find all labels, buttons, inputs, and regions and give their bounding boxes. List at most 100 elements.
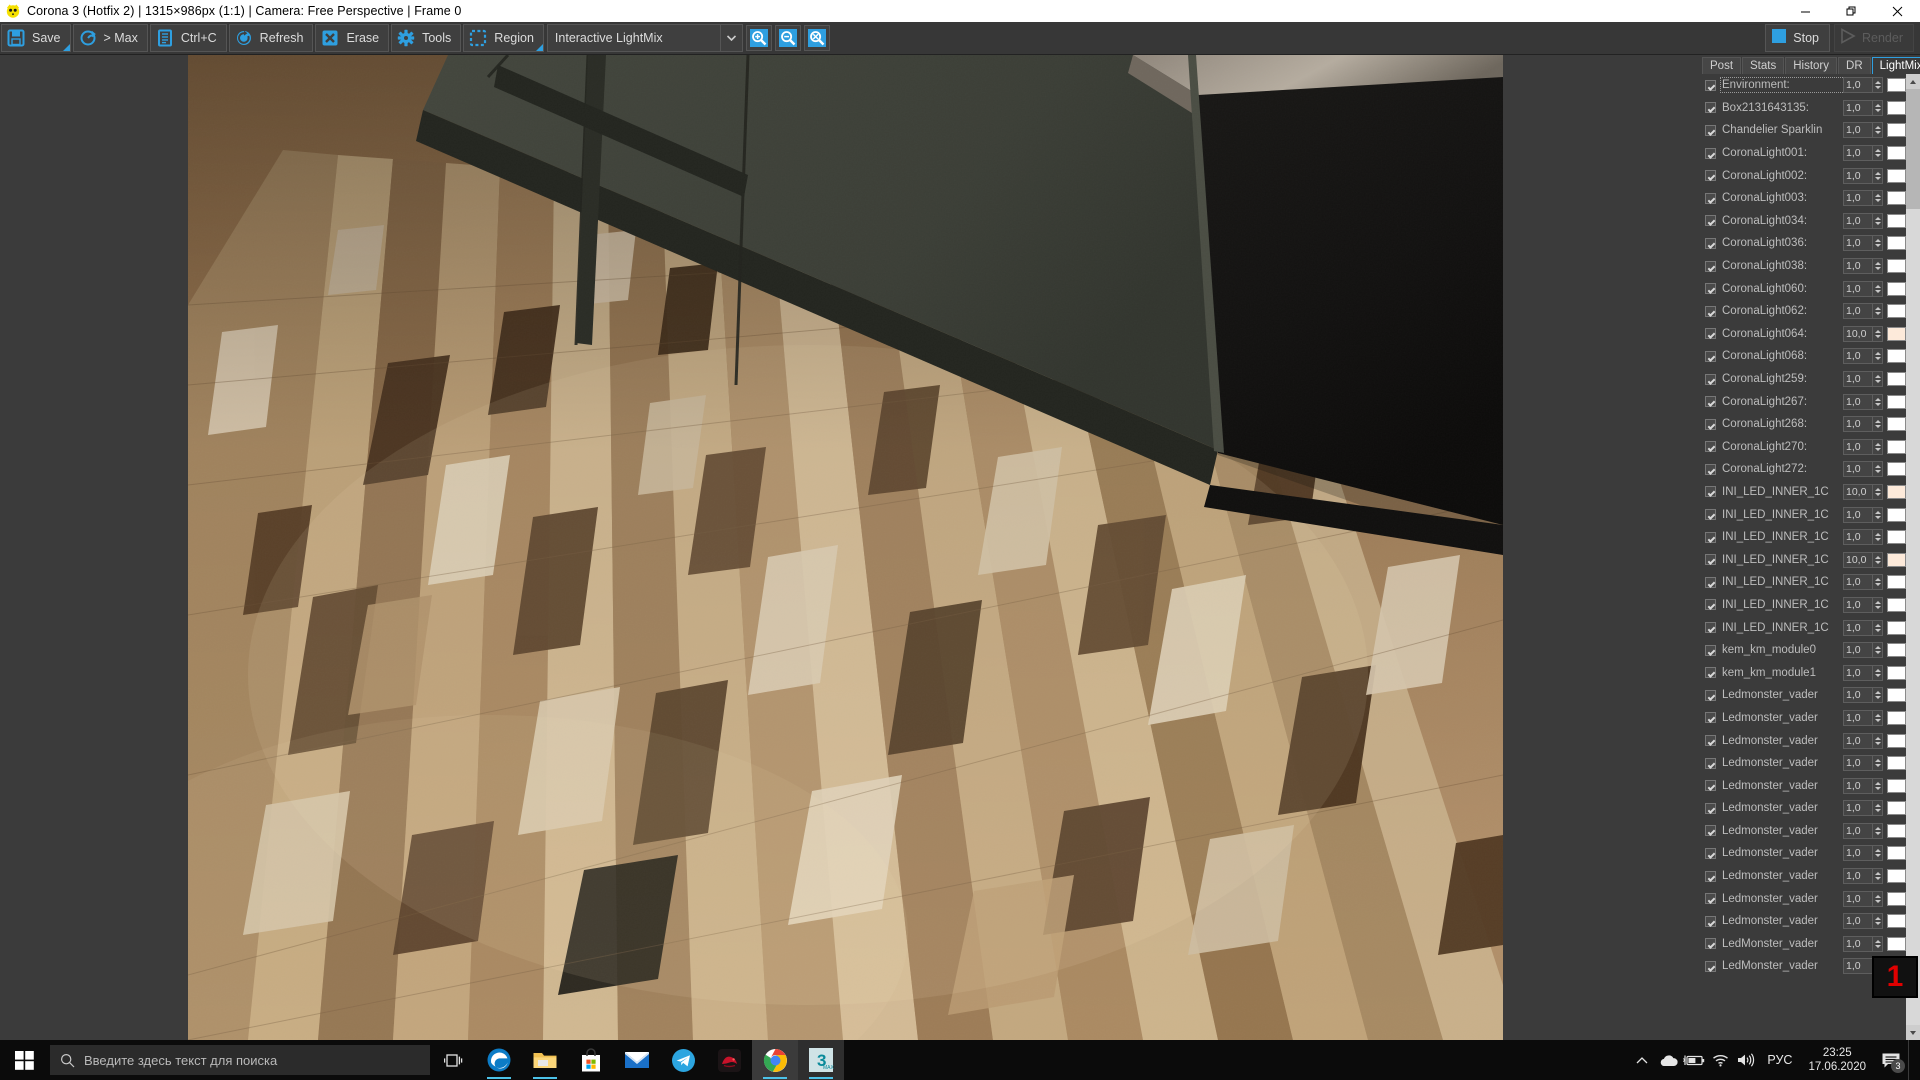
lightmix-spinner[interactable]	[1873, 122, 1883, 139]
lightmix-intensity-field[interactable]: 1,0	[1843, 438, 1873, 455]
lightmix-checkbox[interactable]	[1705, 870, 1716, 882]
lightmix-color-swatch[interactable]	[1887, 259, 1906, 274]
region-dropdown-corner[interactable]	[535, 44, 543, 51]
lightmix-row[interactable]: CoronaLight003: 1,0	[1700, 187, 1906, 210]
lightmix-row[interactable]: CoronaLight270: 1,0	[1700, 436, 1906, 459]
lightmix-spinner[interactable]	[1873, 822, 1883, 839]
volume-icon[interactable]	[1733, 1040, 1759, 1080]
render-button[interactable]: Render	[1834, 24, 1914, 52]
lightmix-checkbox[interactable]	[1705, 938, 1716, 950]
lightmix-row[interactable]: Ledmonster_vader 1,0	[1700, 887, 1906, 910]
lightmix-row[interactable]: INI_LED_INNER_1C 1,0	[1700, 594, 1906, 617]
lightmix-checkbox[interactable]	[1705, 192, 1716, 204]
zoom-reset-button[interactable]	[803, 25, 830, 51]
lightmix-spinner[interactable]	[1873, 303, 1883, 320]
lightmix-color-swatch[interactable]	[1887, 236, 1906, 251]
lightmix-spinner[interactable]	[1873, 212, 1883, 229]
taskbar-file-explorer[interactable]	[522, 1040, 568, 1080]
lightmix-spinner[interactable]	[1873, 77, 1883, 94]
lightmix-color-swatch[interactable]	[1887, 484, 1906, 499]
lightmix-color-swatch[interactable]	[1887, 869, 1906, 884]
lightmix-intensity-field[interactable]: 10,0	[1843, 483, 1873, 500]
lightmix-spinner[interactable]	[1873, 483, 1883, 500]
lightmix-intensity-field[interactable]: 1,0	[1843, 506, 1873, 523]
lightmix-color-swatch[interactable]	[1887, 417, 1906, 432]
lightmix-row[interactable]: Ledmonster_vader 1,0	[1700, 752, 1906, 775]
taskbar-store[interactable]	[568, 1040, 614, 1080]
lightmix-checkbox[interactable]	[1705, 441, 1716, 453]
lightmix-spinner[interactable]	[1873, 371, 1883, 388]
lightmix-checkbox[interactable]	[1705, 644, 1716, 656]
lightmix-spinner[interactable]	[1873, 438, 1883, 455]
chevron-down-icon[interactable]	[719, 25, 742, 51]
lightmix-checkbox[interactable]	[1705, 667, 1716, 679]
lightmix-checkbox[interactable]	[1705, 509, 1716, 521]
rendered-image[interactable]	[188, 55, 1503, 1040]
region-button[interactable]: Region	[463, 24, 544, 52]
lightmix-row[interactable]: CoronaLight272: 1,0	[1700, 458, 1906, 481]
clock[interactable]: 23:25 17.06.2020	[1800, 1046, 1874, 1074]
lightmix-row[interactable]: Ledmonster_vader 1,0	[1700, 774, 1906, 797]
lightmix-spinner[interactable]	[1873, 190, 1883, 207]
scroll-down-button[interactable]	[1906, 1025, 1920, 1040]
lightmix-checkbox[interactable]	[1705, 554, 1716, 566]
maximize-button[interactable]	[1828, 0, 1874, 22]
lightmix-spinner[interactable]	[1873, 461, 1883, 478]
lightmix-color-swatch[interactable]	[1887, 123, 1906, 138]
lightmix-intensity-field[interactable]: 1,0	[1843, 212, 1873, 229]
language-indicator[interactable]: РУС	[1759, 1053, 1800, 1067]
lightmix-row[interactable]: Ledmonster_vader 1,0	[1700, 729, 1906, 752]
lightmix-color-swatch[interactable]	[1887, 507, 1906, 522]
save-button[interactable]: Save	[1, 24, 71, 52]
lightmix-intensity-field[interactable]: 1,0	[1843, 348, 1873, 365]
lightmix-spinner[interactable]	[1873, 393, 1883, 410]
lightmix-row[interactable]: CoronaLight259: 1,0	[1700, 368, 1906, 391]
lightmix-row[interactable]: CoronaLight064: 10,0	[1700, 323, 1906, 346]
lightmix-scrollbar[interactable]	[1906, 74, 1920, 1040]
lightmix-spinner[interactable]	[1873, 732, 1883, 749]
lightmix-checkbox[interactable]	[1705, 283, 1716, 295]
lightmix-color-swatch[interactable]	[1887, 756, 1906, 771]
lightmix-color-swatch[interactable]	[1887, 462, 1906, 477]
lightmix-checkbox[interactable]	[1705, 79, 1716, 91]
lightmix-color-swatch[interactable]	[1887, 372, 1906, 387]
lightmix-row[interactable]: Ledmonster_vader 1,0	[1700, 707, 1906, 730]
lightmix-spinner[interactable]	[1873, 845, 1883, 862]
render-error-badge[interactable]: 1	[1872, 956, 1918, 998]
lightmix-color-swatch[interactable]	[1887, 914, 1906, 929]
tab-stats[interactable]: Stats	[1742, 57, 1785, 74]
copy-button[interactable]: Ctrl+C	[149, 24, 227, 52]
lightmix-spinner[interactable]	[1873, 619, 1883, 636]
lightmix-row[interactable]: INI_LED_INNER_1C 10,0	[1700, 548, 1906, 571]
lightmix-row[interactable]: CoronaLight068: 1,0	[1700, 345, 1906, 368]
lightmix-color-swatch[interactable]	[1887, 597, 1906, 612]
erase-button[interactable]: Erase	[315, 24, 390, 52]
lightmix-intensity-field[interactable]: 1,0	[1843, 371, 1873, 388]
lightmix-intensity-field[interactable]: 1,0	[1843, 732, 1873, 749]
lightmix-color-swatch[interactable]	[1887, 891, 1906, 906]
lightmix-checkbox[interactable]	[1705, 350, 1716, 362]
lightmix-color-swatch[interactable]	[1887, 552, 1906, 567]
windows-start-icon[interactable]	[0, 1040, 48, 1080]
lightmix-row[interactable]: CoronaLight060: 1,0	[1700, 277, 1906, 300]
lightmix-spinner[interactable]	[1873, 687, 1883, 704]
lightmix-color-swatch[interactable]	[1887, 778, 1906, 793]
lightmix-intensity-field[interactable]: 1,0	[1843, 122, 1873, 139]
lightmix-row[interactable]: Ledmonster_vader 1,0	[1700, 820, 1906, 843]
stop-button[interactable]: Stop	[1765, 24, 1830, 52]
lightmix-color-swatch[interactable]	[1887, 78, 1906, 93]
lightmix-spinner[interactable]	[1873, 755, 1883, 772]
lightmix-color-swatch[interactable]	[1887, 146, 1906, 161]
lightmix-intensity-field[interactable]: 1,0	[1843, 709, 1873, 726]
lightmix-checkbox[interactable]	[1705, 735, 1716, 747]
lightmix-row[interactable]: kem_km_module1 1,0	[1700, 661, 1906, 684]
lightmix-color-swatch[interactable]	[1887, 846, 1906, 861]
lightmix-intensity-field[interactable]: 1,0	[1843, 755, 1873, 772]
lightmix-intensity-field[interactable]: 1,0	[1843, 258, 1873, 275]
lightmix-spinner[interactable]	[1873, 664, 1883, 681]
lightmix-intensity-field[interactable]: 1,0	[1843, 777, 1873, 794]
lightmix-spinner[interactable]	[1873, 99, 1883, 116]
lightmix-row[interactable]: Ledmonster_vader 1,0	[1700, 910, 1906, 933]
lightmix-spinner[interactable]	[1873, 800, 1883, 817]
taskbar-edge[interactable]	[476, 1040, 522, 1080]
